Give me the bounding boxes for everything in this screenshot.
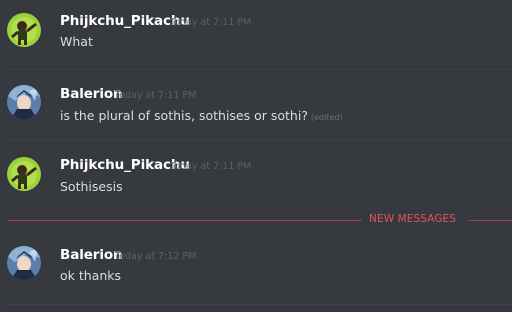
- message-text: Sothisesis: [60, 179, 123, 194]
- new-messages-label: NEW MESSAGES: [369, 213, 457, 225]
- message-text-content: is the plural of sothis, sothises or sot…: [60, 108, 308, 123]
- message-divider: [8, 304, 512, 305]
- message-author[interactable]: Balerion: [60, 86, 123, 102]
- message-group: Balerion Today at 7:11 PM is the plural …: [0, 70, 512, 140]
- new-messages-line-right: [468, 220, 512, 221]
- balerion-anime-avatar[interactable]: [7, 85, 41, 119]
- message-timestamp: Today at 7:11 PM: [115, 90, 197, 101]
- message-timestamp: Today at 7:12 PM: [115, 251, 197, 262]
- message-group: Balerion Today at 7:12 PM ok thanks: [0, 232, 512, 304]
- balerion-anime-avatar[interactable]: [7, 246, 41, 280]
- message-text: ok thanks: [60, 268, 122, 283]
- new-messages-line-left: [8, 220, 362, 221]
- pikachu-dab-avatar[interactable]: [7, 157, 41, 191]
- avatar-image: [7, 13, 41, 47]
- message-timestamp: Today at 7:11 PM: [170, 17, 252, 28]
- pikachu-dab-avatar[interactable]: [7, 13, 41, 47]
- avatar-image: [7, 85, 41, 119]
- message-timestamp: Today at 7:11 PM: [170, 161, 252, 172]
- avatar-image: [7, 157, 41, 191]
- message-author[interactable]: Balerion: [60, 247, 123, 263]
- chat-message-list: Phijkchu_Pikachu Today at 7:11 PM What B…: [0, 0, 512, 312]
- edited-tag: (edited): [310, 113, 343, 122]
- message-group: Phijkchu_Pikachu Today at 7:11 PM What: [0, 0, 512, 70]
- message-group: Phijkchu_Pikachu Today at 7:11 PM Sothis…: [0, 141, 512, 211]
- message-text: What: [60, 34, 93, 49]
- message-text: is the plural of sothis, sothises or sot…: [60, 108, 343, 123]
- avatar-image: [7, 246, 41, 280]
